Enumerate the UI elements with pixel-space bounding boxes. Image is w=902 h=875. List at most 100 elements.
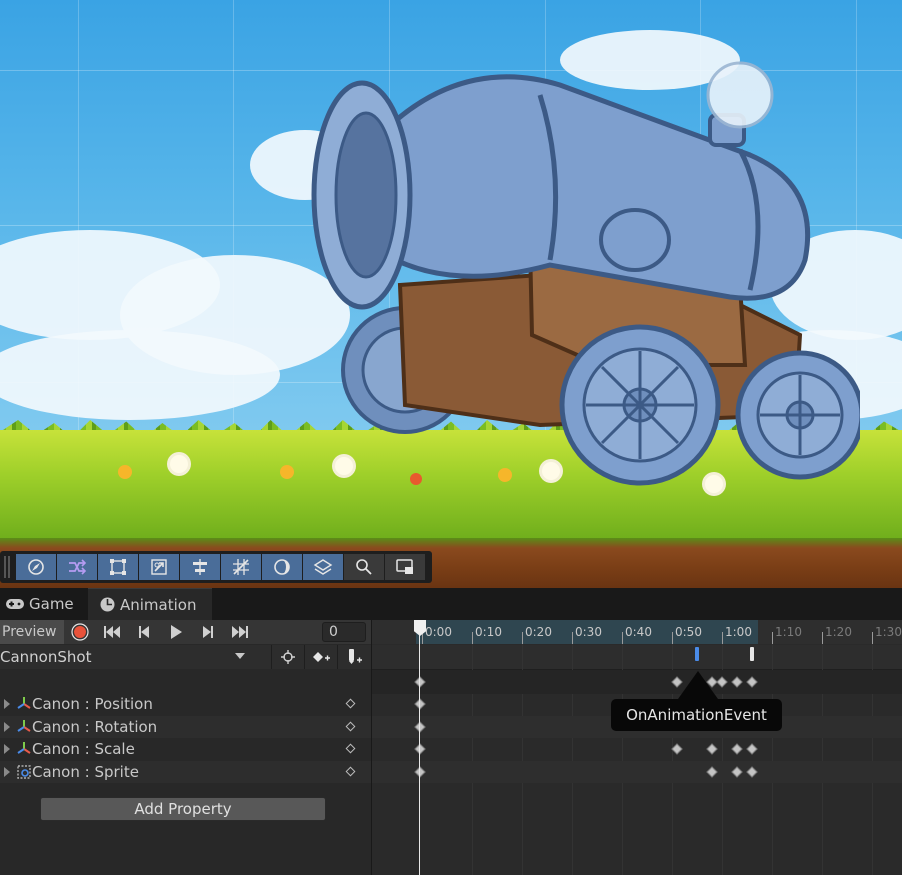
cloud [0, 330, 280, 420]
previous-keyframe-button[interactable] [128, 620, 160, 644]
transform-tool-button[interactable] [139, 554, 179, 580]
property-row-position[interactable]: Canon : Position [0, 693, 371, 715]
keyframe[interactable] [706, 743, 718, 755]
animation-properties-panel: Preview 0 CannonShot Canon: Position Ca… [0, 620, 372, 875]
keyframe[interactable] [746, 743, 758, 755]
align-tool-button[interactable] [180, 554, 220, 580]
view-tool-icon [28, 559, 44, 575]
flower [170, 455, 188, 473]
grid-snap-icon [233, 559, 249, 575]
editor-tab-bar: Game Animation [0, 588, 902, 620]
summary-track[interactable] [372, 670, 902, 694]
scene-view[interactable] [0, 0, 902, 588]
keyframe[interactable] [746, 676, 758, 688]
frame-number-field[interactable]: 0 [322, 622, 366, 642]
clip-dropdown[interactable]: CannonShot [0, 648, 91, 666]
keyframe[interactable] [731, 743, 743, 755]
property-row-rotation[interactable]: Canon : Rotation [0, 716, 371, 738]
first-keyframe-button[interactable] [96, 620, 128, 644]
ruler-tick [722, 632, 723, 644]
keyframe[interactable] [414, 743, 426, 755]
toolbar-grip[interactable] [4, 556, 10, 578]
clip-selector-row: CannonShot [0, 645, 371, 669]
chevron-down-icon[interactable] [235, 653, 245, 659]
ruler-label: 1:00 [725, 625, 752, 639]
property-row-scale[interactable]: Canon : Scale [0, 738, 371, 760]
next-keyframe-button[interactable] [192, 620, 224, 644]
keyframe-toggle-icon[interactable] [345, 766, 356, 777]
property-row-sprite[interactable]: Canon : Sprite [0, 761, 371, 783]
shading-icon [274, 559, 290, 575]
keyframe-toggle-icon[interactable] [345, 721, 356, 732]
property-label: Canon : Rotation [32, 718, 158, 736]
tab-animation[interactable]: Animation [88, 588, 212, 620]
expand-arrow-icon[interactable] [4, 722, 10, 732]
ruler-label: 0:10 [475, 625, 502, 639]
add-keyframe-button[interactable] [304, 645, 337, 669]
add-property-button[interactable]: Add Property [40, 797, 326, 821]
keyframe[interactable] [414, 721, 426, 733]
add-event-button[interactable] [337, 645, 370, 669]
preview-button[interactable]: Preview [0, 620, 64, 644]
ruler-label: 0:00 [425, 625, 452, 639]
keyframe[interactable] [716, 676, 728, 688]
track-scale[interactable] [372, 738, 902, 760]
ruler-label: 0:30 [575, 625, 602, 639]
search-button[interactable] [344, 554, 384, 580]
skip-to-end-icon [232, 626, 248, 638]
keyframe[interactable] [414, 766, 426, 778]
record-icon [71, 623, 89, 641]
keyframe[interactable] [746, 766, 758, 778]
time-ruler[interactable]: 0:00 0:10 0:20 0:30 0:40 0:50 1:00 1:10 … [372, 620, 902, 644]
ruler-label: 0:50 [675, 625, 702, 639]
keyframe[interactable] [706, 766, 718, 778]
keyframe[interactable] [671, 743, 683, 755]
layers-button[interactable] [303, 554, 343, 580]
tab-game-label: Game [29, 595, 74, 613]
camera-overlay-button[interactable] [385, 554, 425, 580]
gamepad-icon [6, 599, 24, 609]
property-label: Canon : Position [32, 695, 153, 713]
expand-arrow-icon[interactable] [4, 699, 10, 709]
dopesheet-timeline[interactable]: 0:00 0:10 0:20 0:30 0:40 0:50 1:00 1:10 … [372, 620, 902, 875]
transform-axes-icon [17, 720, 31, 732]
keyframe[interactable] [731, 676, 743, 688]
ruler-label: 0:20 [525, 625, 552, 639]
tab-animation-label: Animation [120, 595, 197, 614]
keyframe-toggle-icon[interactable] [345, 698, 356, 709]
record-button[interactable] [64, 620, 96, 644]
skip-to-start-icon [104, 626, 120, 638]
animation-event-marker[interactable] [695, 647, 699, 661]
animation-event-marker[interactable] [750, 647, 754, 661]
play-button[interactable] [160, 620, 192, 644]
keyframe[interactable] [414, 676, 426, 688]
move-tool-button[interactable] [57, 554, 97, 580]
track-sprite[interactable] [372, 761, 902, 783]
tab-game[interactable]: Game [6, 588, 74, 620]
keyframe[interactable] [731, 766, 743, 778]
playhead-line[interactable] [419, 620, 420, 875]
cannon-sprite[interactable] [300, 35, 860, 505]
ruler-label: 1:20 [825, 625, 852, 639]
search-icon [356, 559, 372, 575]
ruler-tick [872, 632, 873, 644]
expand-arrow-icon[interactable] [4, 744, 10, 754]
ruler-label: 0:40 [625, 625, 652, 639]
expand-arrow-icon[interactable] [4, 767, 10, 777]
keyframe-toggle-icon[interactable] [345, 743, 356, 754]
shading-button[interactable] [262, 554, 302, 580]
step-forward-icon [203, 626, 213, 638]
filter-by-selection-button[interactable] [271, 645, 304, 669]
grid-snap-button[interactable] [221, 554, 261, 580]
keyframe[interactable] [414, 698, 426, 710]
view-tool-button[interactable] [16, 554, 56, 580]
transform-axes-icon [17, 742, 31, 754]
align-tool-icon [193, 559, 207, 575]
rect-tool-button[interactable] [98, 554, 138, 580]
last-keyframe-button[interactable] [224, 620, 256, 644]
ruler-label: 1:30 [875, 625, 902, 639]
sprite-renderer-icon [17, 765, 31, 779]
transform-tool-icon [151, 559, 167, 575]
playback-controls: Preview 0 [0, 620, 371, 644]
ruler-label: 1:10 [775, 625, 802, 639]
